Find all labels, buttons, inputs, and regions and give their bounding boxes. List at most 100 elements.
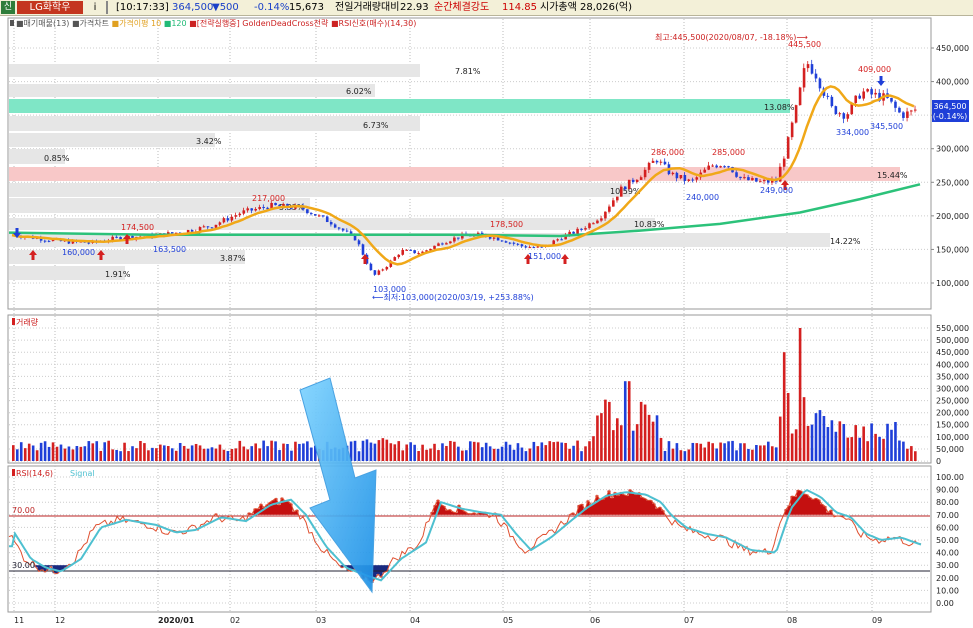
candle-body — [596, 220, 599, 224]
volume-bar — [127, 451, 130, 461]
volume-bar — [723, 443, 726, 461]
sell-signal-icon — [879, 76, 883, 81]
max-price-note: 최고:445,500(2020/08/07, -18.18%)⟶ — [655, 32, 808, 42]
volume-bar — [886, 423, 889, 461]
price-legend-text: ■매기매물(13) ■가격차트 ■가격이평 10 ■120 ■[전략실행중] G… — [16, 18, 416, 28]
volume-bar — [123, 442, 126, 461]
volume-bar — [719, 442, 722, 461]
profile-label: 6.73% — [363, 121, 389, 130]
price-label: 151,000 — [528, 252, 561, 261]
volume-tick-label: 100,000 — [936, 433, 969, 442]
volume-bar — [914, 451, 917, 461]
stock-name-selector[interactable]: LG화학우 — [17, 1, 83, 14]
rsi-overbought-fill — [625, 495, 629, 515]
volume-bar — [679, 450, 683, 461]
volume-bar — [186, 448, 190, 461]
candle-body — [321, 215, 325, 217]
volume-bar — [202, 448, 206, 461]
volume-bar — [139, 440, 142, 461]
current-price: 364,500 — [172, 2, 214, 13]
volume-bar — [902, 441, 905, 461]
rsi-overbought-fill — [649, 500, 653, 515]
volume-bar — [266, 446, 269, 461]
candle-body — [488, 236, 492, 239]
legend-item: ■[전략실행중] GoldenDeadCross전략 — [187, 18, 329, 28]
rsi-tick-label: 100.00 — [936, 473, 964, 482]
candle-body — [325, 216, 329, 222]
volume-ratio-label: 전일거래량대비 — [335, 2, 400, 13]
info-icon[interactable]: i — [90, 1, 100, 14]
rsi-tick-label: 70.00 — [936, 511, 959, 520]
price-y-axis: 450,000400,000350,000300,000250,000200,0… — [931, 44, 969, 288]
profile-band — [9, 116, 420, 131]
volume-bar — [230, 449, 234, 461]
rsi-overbought-fill — [802, 494, 806, 515]
volume-bar — [91, 443, 95, 461]
rsi-overbought-fill — [286, 501, 290, 515]
volume-bar — [409, 442, 412, 461]
candle-body — [214, 224, 218, 228]
candle-body — [170, 232, 174, 234]
candle-body — [234, 215, 238, 217]
candle-body — [306, 209, 309, 214]
volume-bar — [552, 442, 556, 461]
price-label: 217,000 — [252, 194, 285, 203]
volume-bar — [115, 449, 118, 461]
candle-body — [739, 176, 742, 179]
volume-bar — [190, 445, 194, 461]
volume-bar — [770, 446, 774, 461]
candle-body — [218, 222, 222, 225]
market-cap: 시가총액 28,026(억) — [540, 2, 632, 13]
volume-bar — [51, 442, 55, 461]
volume-bar — [786, 392, 790, 461]
volume-bar — [671, 448, 675, 461]
volume-bar — [453, 441, 456, 461]
volume-bar — [576, 440, 579, 461]
candle-body — [512, 242, 516, 244]
volume-bar — [683, 451, 687, 461]
candle-body — [377, 270, 381, 275]
profile-label: 6.02% — [346, 87, 372, 96]
profile-label: 7.81% — [455, 67, 481, 76]
volume-bar — [703, 447, 707, 461]
candle-body — [572, 231, 575, 234]
candle-body — [679, 174, 683, 179]
volume-bar — [588, 441, 591, 461]
volume-bar — [508, 444, 512, 461]
candle-body — [226, 218, 230, 221]
candle-body — [254, 208, 257, 211]
rsi-tick-label: 20.00 — [936, 574, 959, 583]
volume-tick-label: 550,000 — [936, 324, 969, 333]
volume-bar — [874, 433, 877, 461]
candle-body — [190, 230, 194, 232]
profile-band — [9, 99, 790, 113]
volume-bar — [727, 441, 730, 461]
volume-bar — [310, 447, 313, 461]
volume-bar — [512, 449, 516, 461]
volume-bar — [353, 440, 357, 461]
volume-bar — [71, 449, 75, 461]
candle-body — [806, 64, 810, 69]
price-tick-label: 400,000 — [936, 78, 969, 87]
rsi-overbought-fill — [283, 500, 287, 515]
candle-body — [274, 202, 277, 206]
volume-bar — [27, 443, 31, 461]
candle-body — [862, 91, 865, 99]
volume-bar — [226, 451, 230, 461]
volume-bar — [790, 433, 794, 461]
volume-bar — [616, 418, 619, 461]
volume-bar — [465, 450, 468, 461]
volume-bar — [743, 443, 746, 461]
volume-bar — [15, 449, 19, 461]
candle-body — [413, 250, 416, 254]
candle-body — [433, 245, 436, 249]
candle-body — [790, 122, 794, 138]
candle-body — [536, 246, 540, 248]
price-label: 178,500 — [490, 220, 523, 229]
stock-chart[interactable]: 7.81% 6.02% 13.08% 6.73% 3.42% 0.85% 15.44% 10.… — [0, 15, 973, 628]
price-legend: ■매기매물(13) ■가격차트 ■가격이평 10 ■120 ■[전략실행중] G… — [10, 18, 416, 28]
stock-header-bar: 신 LG화학우 i [10:17:33] 364,500 ▼500 -0.14%… — [0, 0, 973, 16]
volume-bar — [882, 438, 885, 461]
candle-body — [902, 112, 905, 118]
candle-body — [818, 78, 822, 89]
